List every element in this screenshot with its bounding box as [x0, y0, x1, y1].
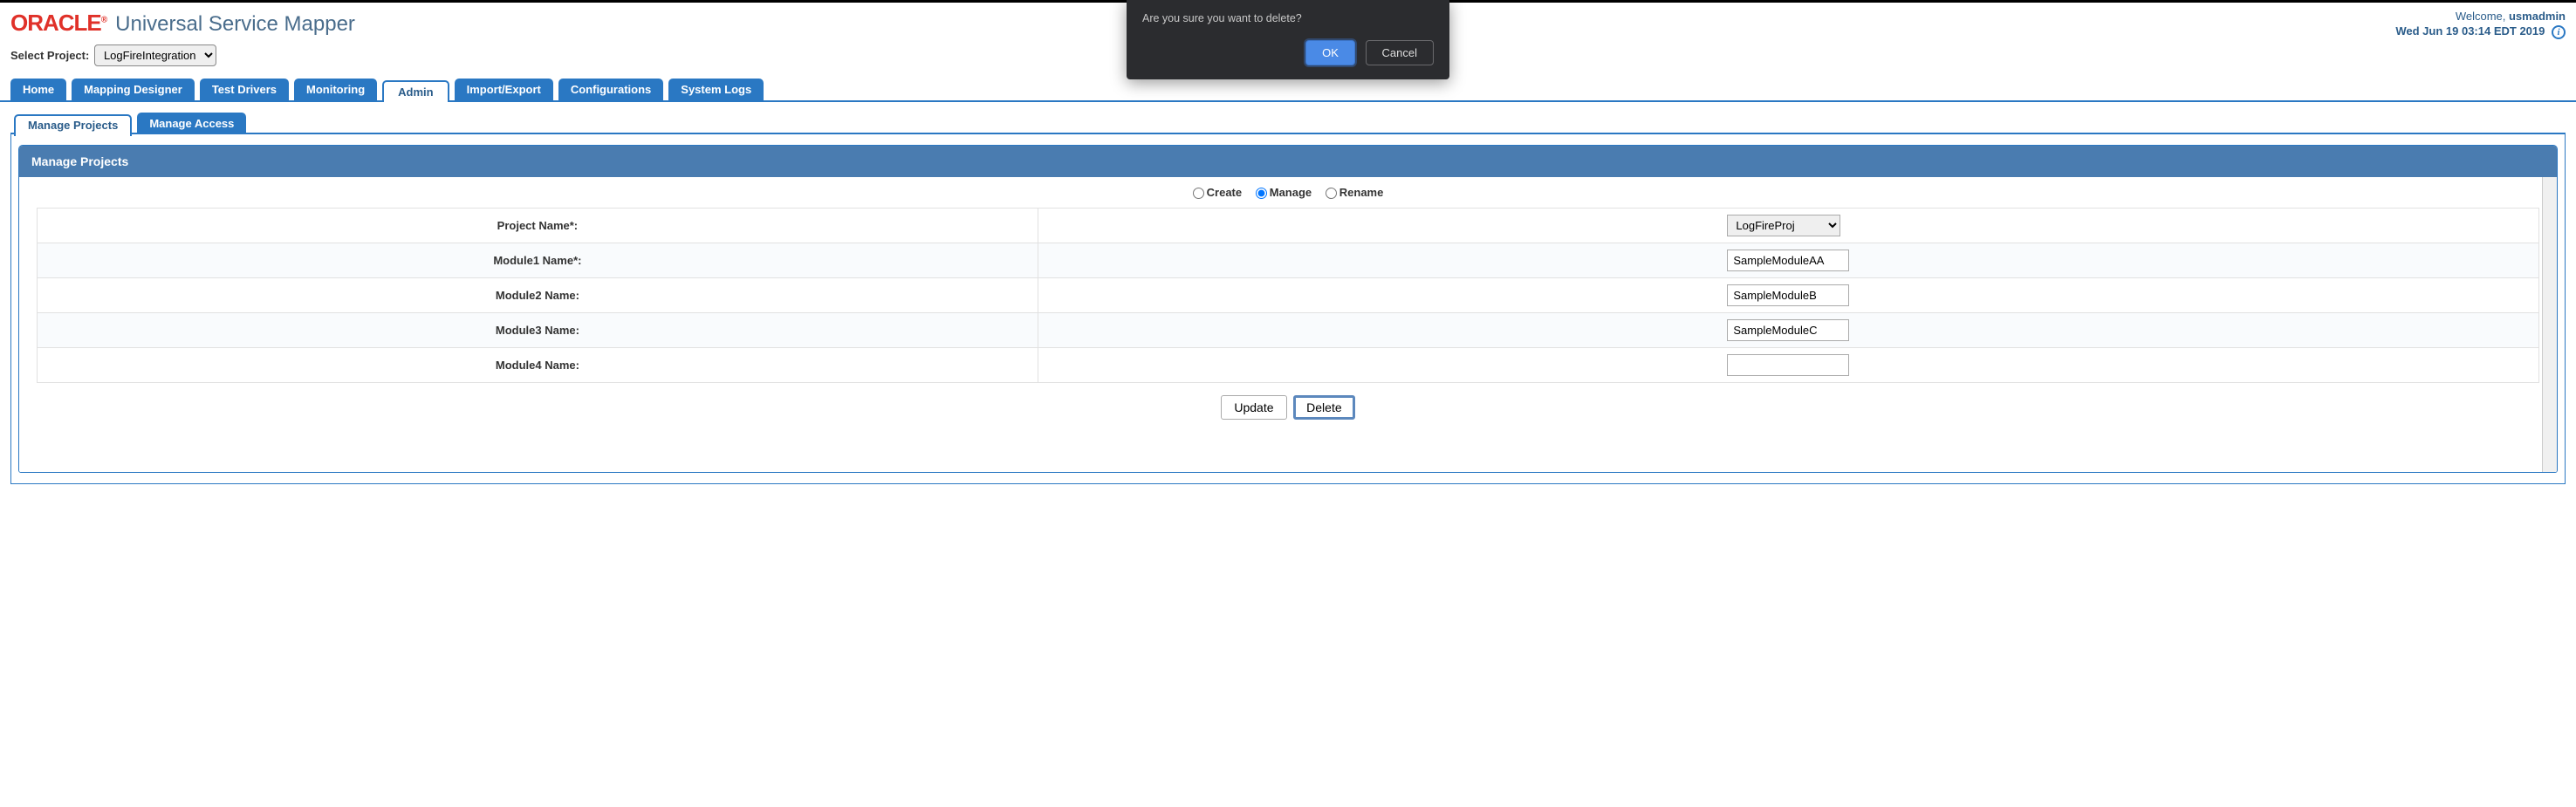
table-row: Project Name*: LogFireProj	[38, 208, 2539, 243]
button-row: Update Delete	[19, 383, 2557, 472]
module4-label: Module4 Name:	[38, 347, 1038, 382]
datetime-label: Wed Jun 19 03:14 EDT 2019	[2395, 24, 2545, 38]
project-select[interactable]: LogFireIntegration	[94, 44, 216, 66]
radio-manage-text: Manage	[1270, 186, 1312, 199]
brand-area: ORACLE® Universal Service Mapper	[10, 10, 355, 37]
module3-cell	[1038, 312, 2538, 347]
module3-label: Module3 Name:	[38, 312, 1038, 347]
module1-cell	[1038, 243, 2538, 277]
radio-manage-label[interactable]: Manage	[1256, 186, 1312, 199]
dialog-message: Are you sure you want to delete?	[1142, 12, 1434, 24]
content-area: Manage Projects Create Manage Rename Pro…	[10, 134, 2566, 484]
tab-mapping-designer[interactable]: Mapping Designer	[72, 79, 195, 100]
oracle-logo: ORACLE®	[10, 10, 106, 37]
module4-cell	[1038, 347, 2538, 382]
sub-tabstrip-wrap: Manage Projects Manage Access	[10, 111, 2566, 134]
radio-rename-text: Rename	[1339, 186, 1384, 199]
scrollbar[interactable]	[2542, 177, 2557, 472]
subtab-manage-projects[interactable]: Manage Projects	[14, 114, 132, 136]
tab-monitoring[interactable]: Monitoring	[294, 79, 377, 100]
table-row: Module2 Name:	[38, 277, 2539, 312]
dialog-button-row: OK Cancel	[1142, 40, 1434, 65]
radio-create-text: Create	[1207, 186, 1242, 199]
welcome-user: usmadmin	[2509, 10, 2566, 23]
project-select-label: Select Project:	[10, 49, 89, 62]
radio-rename-label[interactable]: Rename	[1326, 186, 1384, 199]
panel-header: Manage Projects	[19, 146, 2557, 177]
confirm-dialog: Are you sure you want to delete? OK Canc…	[1127, 0, 1449, 79]
module1-label: Module1 Name*:	[38, 243, 1038, 277]
tab-test-drivers[interactable]: Test Drivers	[200, 79, 289, 100]
table-row: Module3 Name:	[38, 312, 2539, 347]
subtab-manage-access[interactable]: Manage Access	[137, 113, 246, 134]
module3-input[interactable]	[1727, 319, 1849, 341]
module1-input[interactable]	[1727, 250, 1849, 271]
info-icon[interactable]: i	[2552, 25, 2566, 39]
project-name-cell: LogFireProj	[1038, 208, 2538, 243]
radio-create[interactable]	[1193, 188, 1204, 199]
module2-cell	[1038, 277, 2538, 312]
welcome-line: Welcome, usmadmin	[2395, 10, 2566, 23]
radio-rename[interactable]	[1326, 188, 1337, 199]
table-row: Module4 Name:	[38, 347, 2539, 382]
app-title: Universal Service Mapper	[115, 12, 355, 37]
project-name-label: Project Name*:	[38, 208, 1038, 243]
update-button[interactable]: Update	[1221, 395, 1286, 420]
tab-import-export[interactable]: Import/Export	[455, 79, 553, 100]
dialog-ok-button[interactable]: OK	[1305, 40, 1355, 65]
manage-projects-panel: Manage Projects Create Manage Rename Pro…	[18, 145, 2558, 473]
module2-label: Module2 Name:	[38, 277, 1038, 312]
radio-create-label[interactable]: Create	[1193, 186, 1242, 199]
panel-body: Create Manage Rename Project Name*: LogF…	[19, 177, 2557, 472]
module4-input[interactable]	[1727, 354, 1849, 376]
tab-system-logs[interactable]: System Logs	[668, 79, 764, 100]
tab-configurations[interactable]: Configurations	[558, 79, 663, 100]
dialog-cancel-button[interactable]: Cancel	[1366, 40, 1434, 65]
module2-input[interactable]	[1727, 284, 1849, 306]
welcome-label: Welcome,	[2456, 10, 2509, 23]
project-form-table: Project Name*: LogFireProj Module1 Name*…	[37, 208, 2539, 383]
sub-tabstrip: Manage Projects Manage Access	[10, 113, 2566, 134]
project-name-select[interactable]: LogFireProj	[1727, 215, 1840, 236]
header-right: Welcome, usmadmin Wed Jun 19 03:14 EDT 2…	[2395, 10, 2566, 39]
main-tabstrip: Home Mapping Designer Test Drivers Monit…	[0, 79, 2576, 102]
delete-button[interactable]: Delete	[1293, 395, 1354, 420]
action-radio-group: Create Manage Rename	[19, 177, 2557, 208]
tab-home[interactable]: Home	[10, 79, 66, 100]
radio-manage[interactable]	[1256, 188, 1267, 199]
table-row: Module1 Name*:	[38, 243, 2539, 277]
tab-admin[interactable]: Admin	[382, 80, 449, 102]
